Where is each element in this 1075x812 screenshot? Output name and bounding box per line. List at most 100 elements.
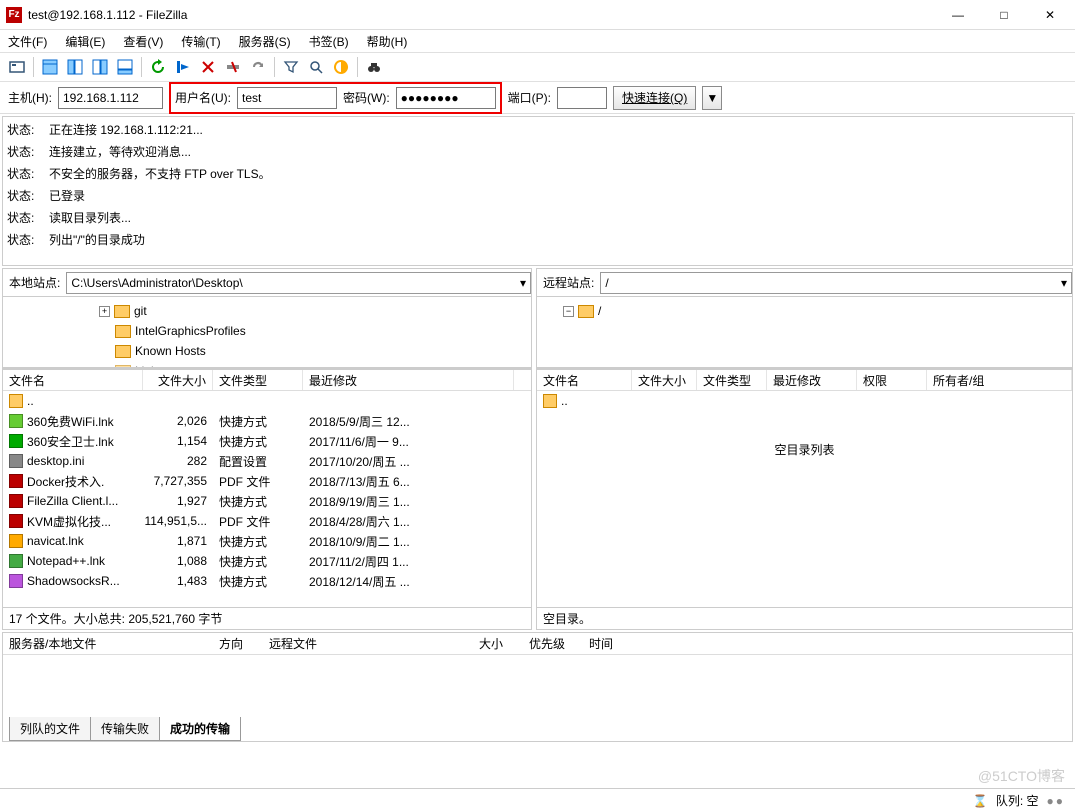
col-modified[interactable]: 最近修改 <box>303 370 514 390</box>
status-bar: ⌛ 队列: 空 ●● <box>0 788 1075 812</box>
queue-status: 队列: 空 <box>996 792 1039 809</box>
col-owner[interactable]: 所有者/组 <box>927 370 1072 390</box>
username-input[interactable] <box>237 87 337 109</box>
local-file-header: 文件名 文件大小 文件类型 最近修改 <box>3 369 531 391</box>
site-manager-icon[interactable] <box>6 56 28 78</box>
port-input[interactable] <box>557 87 607 109</box>
col-time[interactable]: 时间 <box>583 633 1072 654</box>
log-line: 不安全的服务器，不支持 FTP over TLS。 <box>49 163 271 185</box>
toggle-queue-icon[interactable] <box>114 56 136 78</box>
tab-success[interactable]: 成功的传输 <box>159 717 241 741</box>
refresh-icon[interactable] <box>147 56 169 78</box>
menu-view[interactable]: 查看(V) <box>123 33 163 50</box>
col-type[interactable]: 文件类型 <box>697 370 767 390</box>
toggle-remote-tree-icon[interactable] <box>89 56 111 78</box>
list-item[interactable]: FileZilla Client.l...1,927快捷方式2018/9/19/… <box>3 491 531 511</box>
log-line: 读取目录列表... <box>49 207 131 229</box>
col-server[interactable]: 服务器/本地文件 <box>3 633 213 654</box>
list-item[interactable]: .. <box>3 391 531 411</box>
collapse-icon[interactable]: − <box>563 306 574 317</box>
col-remote[interactable]: 远程文件 <box>263 633 473 654</box>
col-modified[interactable]: 最近修改 <box>767 370 857 390</box>
list-item[interactable]: navicat.lnk1,871快捷方式2018/10/9/周二 1... <box>3 531 531 551</box>
remote-path-combo[interactable]: /▾ <box>600 272 1072 294</box>
close-button[interactable]: ✕ <box>1027 0 1073 30</box>
minimize-button[interactable]: — <box>935 0 981 30</box>
list-item[interactable]: .. <box>537 391 1072 411</box>
folder-icon <box>115 345 131 358</box>
local-file-list[interactable]: ..360免费WiFi.lnk2,026快捷方式2018/5/9/周三 12..… <box>3 391 531 607</box>
folder-icon <box>543 394 557 408</box>
menu-bookmarks[interactable]: 书签(B) <box>309 33 349 50</box>
tab-queued[interactable]: 列队的文件 <box>9 717 91 741</box>
tab-failed[interactable]: 传输失败 <box>90 717 160 741</box>
toggle-local-tree-icon[interactable] <box>64 56 86 78</box>
disconnect-icon[interactable] <box>222 56 244 78</box>
list-item[interactable]: KVM虚拟化技...114,951,5...PDF 文件2018/4/28/周六… <box>3 511 531 531</box>
list-item[interactable]: Notepad++.lnk1,088快捷方式2017/11/2/周四 1... <box>3 551 531 571</box>
menu-help[interactable]: 帮助(H) <box>367 33 408 50</box>
folder-icon <box>114 305 130 318</box>
remote-file-header: 文件名 文件大小 文件类型 最近修改 权限 所有者/组 <box>537 369 1072 391</box>
port-label: 端口(P): <box>508 89 551 106</box>
folder-icon <box>115 325 131 338</box>
toggle-log-icon[interactable] <box>39 56 61 78</box>
folder-icon <box>578 305 594 318</box>
remote-tree[interactable]: −/ <box>537 297 1072 367</box>
credentials-highlight: 用户名(U): 密码(W): <box>169 82 502 114</box>
menu-edit[interactable]: 编辑(E) <box>65 33 105 50</box>
menu-server[interactable]: 服务器(S) <box>239 33 291 50</box>
expand-icon[interactable]: + <box>99 306 110 317</box>
filter-icon[interactable] <box>280 56 302 78</box>
process-queue-icon[interactable] <box>172 56 194 78</box>
maximize-button[interactable]: □ <box>981 0 1027 30</box>
local-site-label: 本地站点: <box>3 274 66 291</box>
queue-body[interactable] <box>3 655 1072 717</box>
col-size[interactable]: 文件大小 <box>632 370 697 390</box>
remote-site-label: 远程站点: <box>537 274 600 291</box>
col-size[interactable]: 文件大小 <box>143 370 213 390</box>
host-input[interactable] <box>58 87 163 109</box>
quickconnect-bar: 主机(H): 用户名(U): 密码(W): 端口(P): 快速连接(Q) ▼ <box>0 82 1075 114</box>
col-size[interactable]: 大小 <box>473 633 523 654</box>
username-label: 用户名(U): <box>175 89 231 106</box>
list-item[interactable]: 360安全卫士.lnk1,154快捷方式2017/11/6/周一 9... <box>3 431 531 451</box>
toolbar <box>0 52 1075 82</box>
compare-icon[interactable] <box>330 56 352 78</box>
col-perm[interactable]: 权限 <box>857 370 927 390</box>
menu-transfer[interactable]: 传输(T) <box>181 33 220 50</box>
status-dots: ●● <box>1047 794 1066 808</box>
quickconnect-button[interactable]: 快速连接(Q) <box>613 86 696 110</box>
reconnect-icon[interactable] <box>247 56 269 78</box>
local-tree[interactable]: +git IntelGraphicsProfiles Known Hosts L… <box>3 297 531 367</box>
log-line: 列出"/"的目录成功 <box>49 229 145 251</box>
col-name[interactable]: 文件名 <box>537 370 632 390</box>
search-icon[interactable] <box>305 56 327 78</box>
quickconnect-dropdown[interactable]: ▼ <box>702 86 722 110</box>
remote-file-list[interactable]: .. 空目录列表 <box>537 391 1072 607</box>
cancel-icon[interactable] <box>197 56 219 78</box>
message-log[interactable]: 状态:正在连接 192.168.1.112:21... 状态:连接建立，等待欢迎… <box>2 116 1073 266</box>
list-item[interactable]: ShadowsocksR...1,483快捷方式2018/12/14/周五 ..… <box>3 571 531 591</box>
binoculars-icon[interactable] <box>363 56 385 78</box>
watermark: @51CTO博客 <box>978 766 1065 786</box>
list-item[interactable]: 360免费WiFi.lnk2,026快捷方式2018/5/9/周三 12... <box>3 411 531 431</box>
menu-file[interactable]: 文件(F) <box>8 33 47 50</box>
col-name[interactable]: 文件名 <box>3 370 143 390</box>
log-line: 已登录 <box>49 185 85 207</box>
col-direction[interactable]: 方向 <box>213 633 263 654</box>
title-bar: Fz test@192.168.1.112 - FileZilla — □ ✕ <box>0 0 1075 30</box>
col-type[interactable]: 文件类型 <box>213 370 303 390</box>
password-input[interactable] <box>396 87 496 109</box>
transfer-queue: 服务器/本地文件 方向 远程文件 大小 优先级 时间 列队的文件 传输失败 成功… <box>2 632 1073 742</box>
empty-message: 空目录列表 <box>537 411 1072 458</box>
local-path-combo[interactable]: C:\Users\Administrator\Desktop\▾ <box>66 272 531 294</box>
app-icon: Fz <box>6 7 22 23</box>
col-priority[interactable]: 优先级 <box>523 633 583 654</box>
local-status: 17 个文件。大小总共: 205,521,760 字节 <box>3 607 531 629</box>
password-label: 密码(W): <box>343 89 390 106</box>
list-item[interactable]: desktop.ini282配置设置2017/10/20/周五 ... <box>3 451 531 471</box>
log-label: 状态: <box>7 119 39 141</box>
list-item[interactable]: Docker技术入.7,727,355PDF 文件2018/7/13/周五 6.… <box>3 471 531 491</box>
log-line: 正在连接 192.168.1.112:21... <box>49 119 203 141</box>
